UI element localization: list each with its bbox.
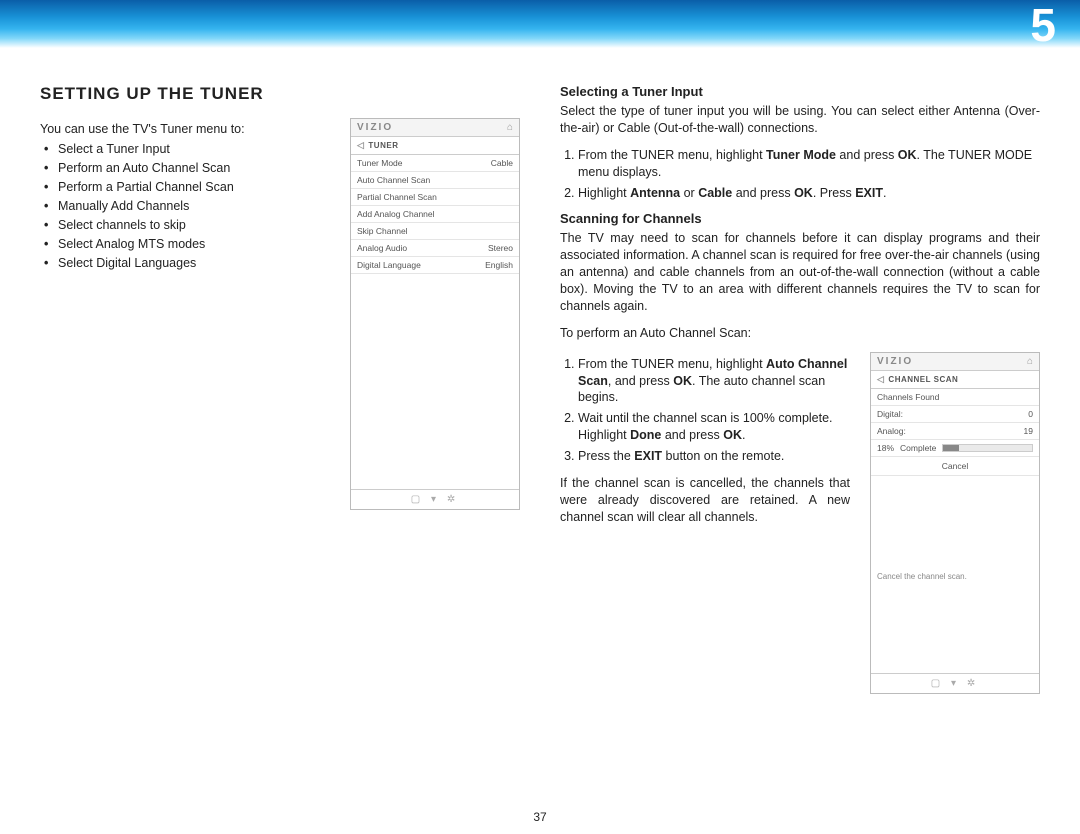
list-item: Select a Tuner Input [58, 142, 330, 156]
page-number: 37 [533, 810, 546, 824]
feature-bullets: Select a Tuner Input Perform an Auto Cha… [40, 142, 330, 270]
menu-row: Partial Channel Scan [351, 189, 519, 206]
list-item: Perform a Partial Channel Scan [58, 180, 330, 194]
step-list: From the TUNER menu, highlight Tuner Mod… [560, 147, 1040, 202]
body-text: Select the type of tuner input you will … [560, 103, 1040, 137]
list-item: Press the EXIT button on the remote. [578, 448, 850, 465]
body-text: If the channel scan is cancelled, the ch… [560, 475, 850, 526]
intro-text: You can use the TV's Tuner menu to: [40, 122, 330, 136]
back-icon: ◁ [357, 140, 364, 151]
menu-row: Skip Channel [351, 223, 519, 240]
home-icon: ⌂ [507, 122, 513, 133]
list-item: Select Digital Languages [58, 256, 330, 270]
menu-title: TUNER [368, 141, 398, 150]
menu-footer-icons: ▢ ▾ ✲ [871, 673, 1039, 693]
body-text: The TV may need to scan for channels bef… [560, 230, 1040, 314]
back-icon: ◁ [877, 374, 884, 385]
progress-bar [942, 444, 1033, 452]
list-item: Highlight Antenna or Cable and press OK.… [578, 185, 1040, 202]
tuner-menu-screenshot: VIZIO ⌂ ◁ TUNER Tuner ModeCable Auto Cha… [350, 118, 520, 510]
hint-text: Cancel the channel scan. [871, 566, 1039, 587]
vizio-logo: VIZIO [877, 356, 913, 367]
channel-scan-screenshot: VIZIO ⌂ ◁ CHANNEL SCAN Channels Found Di… [870, 352, 1040, 694]
menu-row: Digital LanguageEnglish [351, 257, 519, 274]
menu-row: Auto Channel Scan [351, 172, 519, 189]
menu-row: Analog AudioStereo [351, 240, 519, 257]
menu-row: Channels Found [871, 389, 1039, 406]
menu-row: Add Analog Channel [351, 206, 519, 223]
list-item: Perform an Auto Channel Scan [58, 161, 330, 175]
menu-footer-icons: ▢ ▾ ✲ [351, 489, 519, 509]
menu-title: CHANNEL SCAN [888, 375, 958, 384]
list-item: Select channels to skip [58, 218, 330, 232]
step-list: From the TUNER menu, highlight Auto Chan… [560, 356, 850, 465]
vizio-logo: VIZIO [357, 122, 393, 133]
list-item: Wait until the channel scan is 100% comp… [578, 410, 850, 444]
cancel-row: Cancel [871, 457, 1039, 476]
subsection-heading: Scanning for Channels [560, 211, 1040, 226]
list-item: Manually Add Channels [58, 199, 330, 213]
right-column: Selecting a Tuner Input Select the type … [560, 84, 1040, 694]
progress-fill [943, 445, 959, 451]
chapter-number: 5 [1030, 0, 1056, 52]
list-item: From the TUNER menu, highlight Auto Chan… [578, 356, 850, 407]
subsection-heading: Selecting a Tuner Input [560, 84, 1040, 99]
list-item: From the TUNER menu, highlight Tuner Mod… [578, 147, 1040, 181]
home-icon: ⌂ [1027, 356, 1033, 367]
list-item: Select Analog MTS modes [58, 237, 330, 251]
section-heading: SETTING UP THE TUNER [40, 84, 520, 104]
menu-row: Digital:0 [871, 406, 1039, 423]
chapter-banner: 5 [0, 0, 1080, 48]
left-column: SETTING UP THE TUNER You can use the TV'… [40, 84, 520, 694]
menu-row: Analog:19 [871, 423, 1039, 440]
lead-text: To perform an Auto Channel Scan: [560, 325, 1040, 342]
progress-row: 18% Complete [871, 440, 1039, 457]
menu-row: Tuner ModeCable [351, 155, 519, 172]
